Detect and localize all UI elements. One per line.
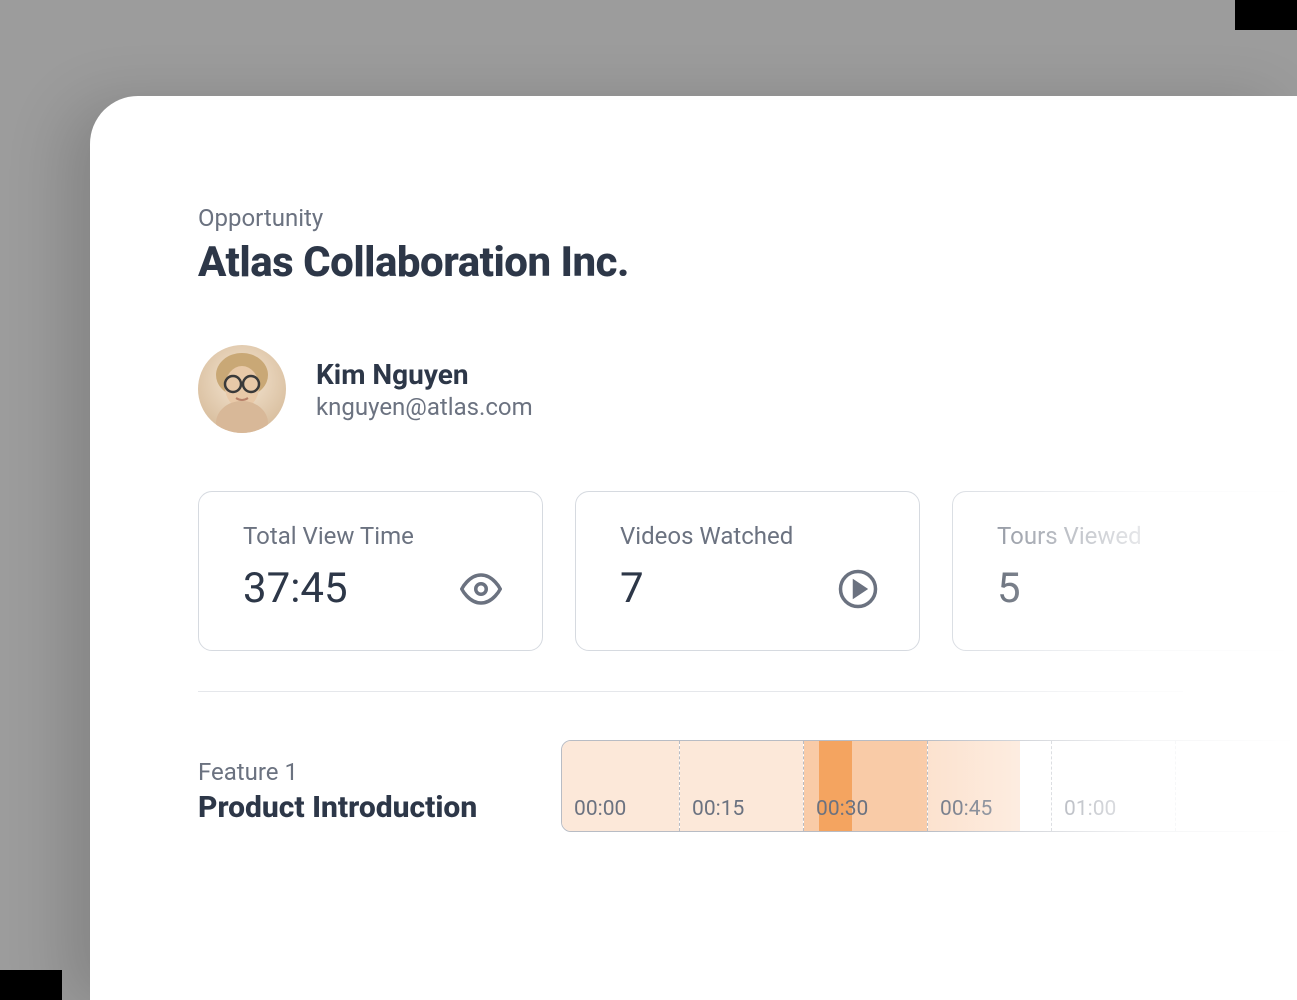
eyebrow-label: Opportunity	[198, 204, 1297, 232]
stat-card-videos-watched: Videos Watched 7	[575, 491, 920, 651]
feature-eyebrow: Feature 1	[198, 758, 561, 786]
timeline-tick: 00:15	[692, 797, 744, 821]
timeline-tick: 00:00	[574, 797, 626, 821]
play-icon	[837, 568, 879, 610]
stats-row: Total View Time 37:45 Videos Watched 7	[198, 491, 1297, 651]
engagement-timeline[interactable]: 00:00 00:15 00:30 00:45 01:00	[561, 740, 1297, 832]
stat-label: Total View Time	[243, 522, 510, 550]
timeline-tick: 00:45	[940, 797, 992, 821]
stat-value: 5	[997, 564, 1021, 613]
stat-label: Videos Watched	[620, 522, 887, 550]
timeline-cell: 00:15	[680, 741, 804, 831]
contact-name: Kim Nguyen	[316, 358, 533, 391]
timeline-cell: 00:00	[562, 741, 680, 831]
timeline-cell	[1176, 741, 1297, 831]
opportunity-card: Opportunity Atlas Collaboration Inc.	[90, 96, 1297, 1000]
stat-card-total-view-time: Total View Time 37:45	[198, 491, 543, 651]
feature-title: Product Introduction	[198, 790, 561, 825]
stat-label: Tours Viewed	[997, 522, 1264, 550]
feature-row: Feature 1 Product Introduction 00:00 00:…	[198, 740, 1297, 832]
eye-icon	[460, 568, 502, 610]
stat-card-tours-viewed: Tours Viewed 5	[952, 491, 1297, 651]
divider	[198, 691, 1183, 692]
contact-row: Kim Nguyen knguyen@atlas.com	[198, 345, 1297, 433]
timeline-cell: 01:00	[1052, 741, 1176, 831]
timeline-tick: 01:00	[1064, 797, 1116, 821]
opportunity-title: Atlas Collaboration Inc.	[198, 238, 1297, 287]
timeline-tick: 00:30	[816, 797, 868, 821]
timeline-cell: 00:45	[928, 741, 1052, 831]
contact-email: knguyen@atlas.com	[316, 393, 533, 421]
stat-value: 37:45	[243, 564, 348, 613]
avatar	[198, 345, 286, 433]
stat-value: 7	[620, 564, 644, 613]
